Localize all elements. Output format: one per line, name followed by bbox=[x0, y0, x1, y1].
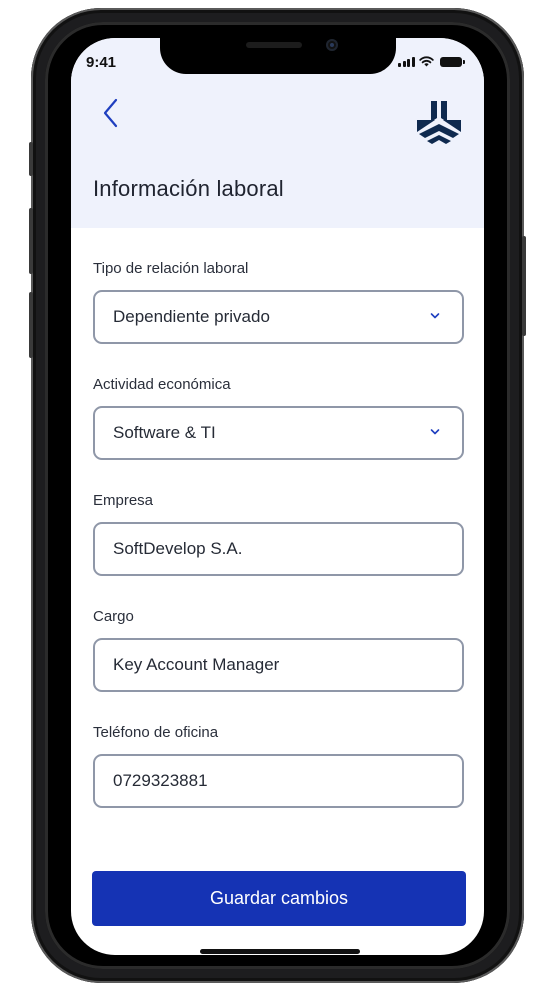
chevron-down-icon bbox=[430, 313, 440, 319]
wifi-icon bbox=[418, 56, 434, 67]
save-changes-button[interactable]: Guardar cambios bbox=[92, 871, 466, 926]
volume-down-button bbox=[29, 292, 33, 358]
economic-activity-label: Actividad económica bbox=[93, 376, 231, 393]
front-camera bbox=[326, 39, 338, 51]
battery-icon bbox=[439, 57, 465, 67]
chevron-down-icon bbox=[430, 429, 440, 435]
company-input[interactable] bbox=[113, 539, 413, 559]
app-screen: Información laboral Tipo de relación lab… bbox=[71, 38, 484, 955]
chevron-left-icon bbox=[103, 98, 118, 128]
notch bbox=[160, 30, 396, 74]
speaker-grille bbox=[246, 42, 302, 48]
position-field[interactable] bbox=[93, 638, 464, 692]
position-input[interactable] bbox=[113, 655, 413, 675]
logo-icon bbox=[417, 101, 461, 144]
power-button bbox=[522, 236, 526, 336]
home-indicator bbox=[200, 949, 360, 954]
brand-logo bbox=[413, 98, 465, 146]
economic-activity-value: Software & TI bbox=[113, 423, 216, 442]
office-phone-label: Teléfono de oficina bbox=[93, 724, 219, 741]
office-phone-input[interactable] bbox=[113, 771, 413, 791]
signal-icon bbox=[398, 56, 415, 67]
mute-switch bbox=[29, 142, 33, 176]
back-button[interactable] bbox=[99, 96, 123, 130]
status-icons bbox=[398, 56, 465, 67]
relationship-type-label: Tipo de relación laboral bbox=[93, 260, 249, 277]
relationship-type-value: Dependiente privado bbox=[113, 307, 270, 326]
page-title: Información laboral bbox=[93, 176, 284, 201]
office-phone-field[interactable] bbox=[93, 754, 464, 808]
company-label: Empresa bbox=[93, 492, 154, 509]
status-time: 9:41 bbox=[86, 54, 117, 71]
volume-up-button bbox=[29, 208, 33, 274]
position-label: Cargo bbox=[93, 608, 134, 625]
company-field[interactable] bbox=[93, 522, 464, 576]
economic-activity-select[interactable]: Software & TI bbox=[93, 406, 464, 460]
relationship-type-select[interactable]: Dependiente privado bbox=[93, 290, 464, 344]
